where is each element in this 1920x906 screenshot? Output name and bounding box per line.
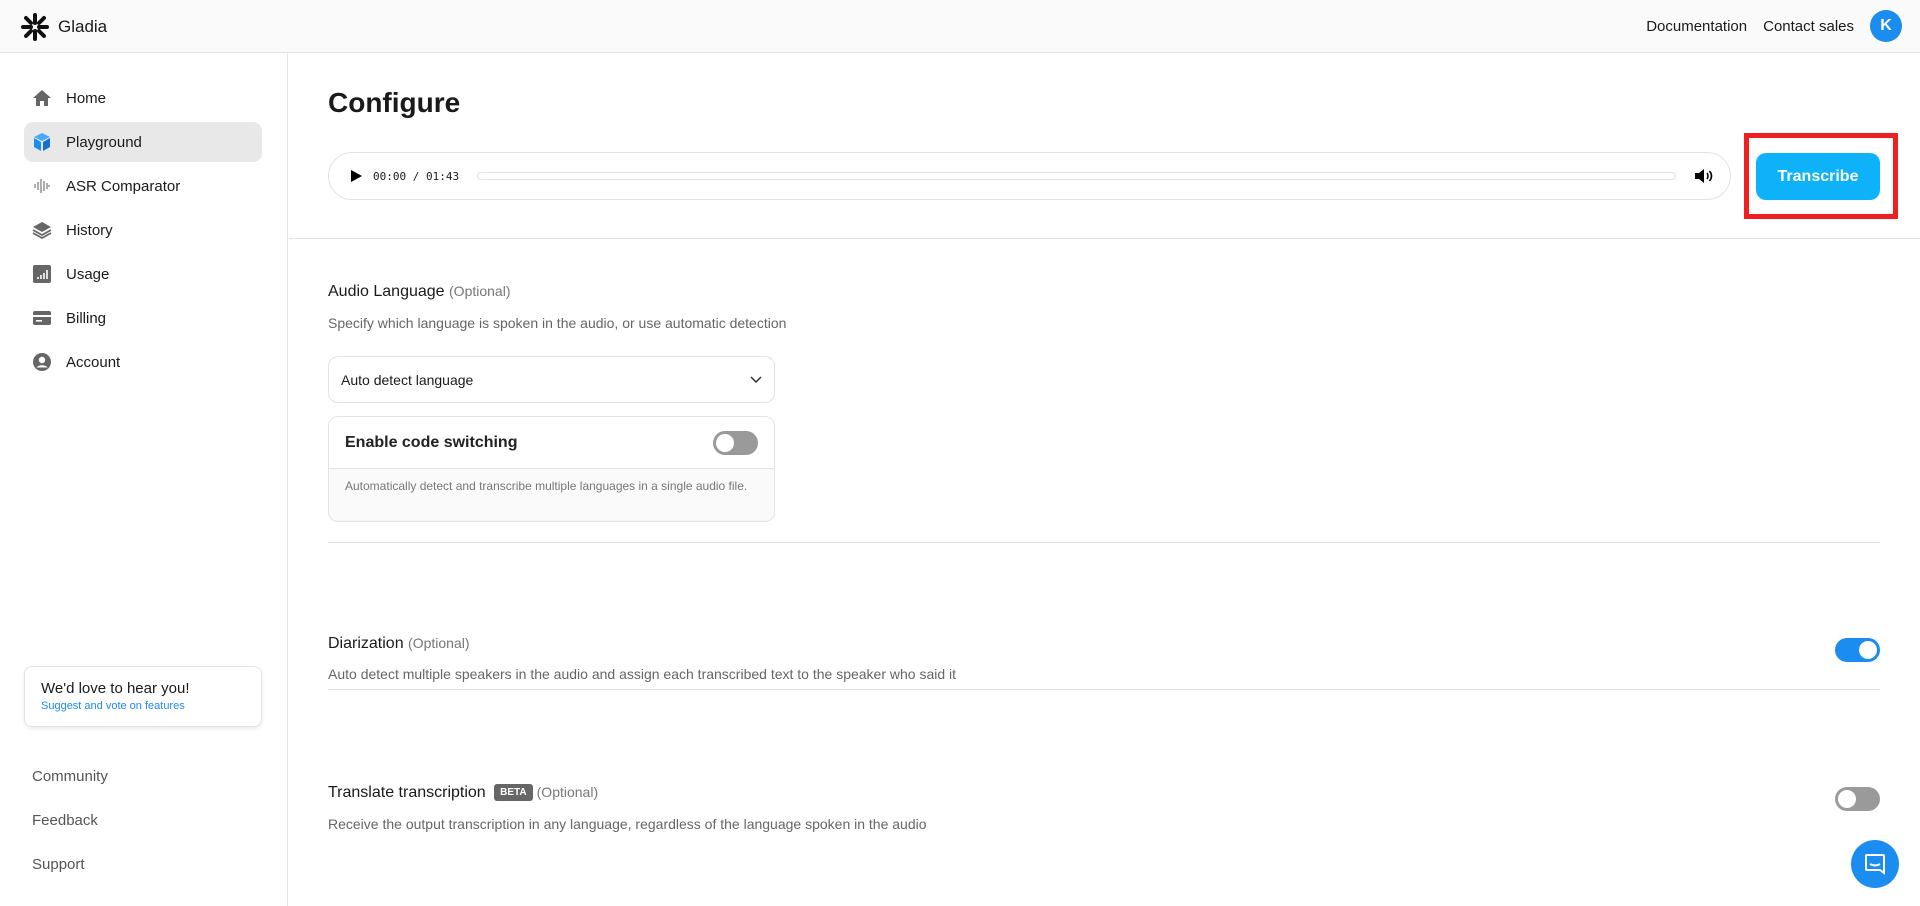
optional-label: (Optional)	[449, 283, 511, 299]
brand-logo[interactable]: Gladia	[20, 12, 107, 42]
waveform-icon	[34, 179, 50, 193]
contact-sales-link[interactable]: Contact sales	[1763, 18, 1854, 35]
sidebar-item-history[interactable]: History	[24, 210, 262, 250]
suggest-features-link[interactable]: Suggest and vote on features	[41, 700, 245, 712]
sidebar-item-label: Playground	[66, 133, 142, 151]
sidebar-item-account[interactable]: Account	[24, 342, 262, 382]
translate-title: Translate transcription	[328, 784, 486, 801]
language-select[interactable]: Auto detect language	[328, 356, 775, 403]
documentation-link[interactable]: Documentation	[1646, 18, 1747, 35]
main-content: Configure 00:00 / 01:43 Transcribe Audio…	[289, 53, 1920, 906]
language-select-value: Auto detect language	[341, 371, 474, 388]
sidebar-item-home[interactable]: Home	[24, 78, 262, 118]
duration: 01:43	[426, 169, 460, 183]
bar-chart-icon	[33, 265, 51, 283]
cube-icon	[34, 133, 50, 151]
volume-icon[interactable]	[1694, 168, 1714, 184]
optional-label: (Optional)	[536, 784, 599, 800]
sidebar: Home Playground ASR Comparator History U…	[0, 53, 288, 906]
audio-language-title: Audio Language	[328, 283, 445, 300]
highlight-box	[1744, 133, 1898, 219]
code-switching-description: Automatically detect and transcribe mult…	[345, 479, 748, 493]
community-link[interactable]: Community	[32, 768, 108, 785]
audio-language-description: Specify which language is spoken in the …	[328, 315, 787, 331]
user-circle-icon	[33, 353, 51, 371]
optional-label: (Optional)	[408, 635, 470, 651]
sidebar-item-label: Home	[66, 89, 107, 107]
chat-launcher-button[interactable]	[1851, 840, 1899, 888]
support-link[interactable]: Support	[32, 856, 85, 873]
sidebar-item-billing[interactable]: Billing	[24, 298, 262, 338]
sidebar-item-label: History	[66, 221, 113, 239]
current-time: 00:00	[373, 169, 407, 183]
divider	[289, 238, 1920, 239]
avatar[interactable]: K	[1870, 10, 1902, 42]
sidebar-item-label: Usage	[66, 265, 110, 283]
home-icon	[33, 90, 51, 106]
play-icon[interactable]	[349, 169, 363, 183]
sidebar-item-label: Billing	[66, 309, 107, 327]
audio-player: 00:00 / 01:43	[328, 152, 1731, 200]
page-title: Configure	[328, 87, 461, 118]
code-switching-panel: Enable code switching Automatically dete…	[328, 416, 775, 522]
divider	[328, 542, 1880, 543]
gladia-logo-icon	[21, 13, 49, 41]
sidebar-item-asr-comparator[interactable]: ASR Comparator	[24, 166, 262, 206]
divider	[328, 689, 1880, 690]
feedback-card-title: We'd love to hear you!	[41, 680, 190, 697]
translate-toggle[interactable]	[1835, 787, 1880, 811]
sidebar-item-playground[interactable]: Playground	[24, 122, 262, 162]
sidebar-item-label: ASR Comparator	[66, 177, 181, 195]
feedback-link[interactable]: Feedback	[32, 812, 98, 829]
diarization-toggle[interactable]	[1835, 638, 1880, 662]
translate-description: Receive the output transcription in any …	[328, 816, 927, 832]
chat-icon	[1865, 854, 1885, 875]
code-switching-title: Enable code switching	[345, 433, 518, 451]
top-header: Gladia Documentation Contact sales K	[0, 0, 1920, 53]
beta-badge: BETA	[494, 784, 533, 801]
diarization-title: Diarization	[328, 635, 404, 652]
credit-card-icon	[33, 311, 51, 325]
diarization-description: Auto detect multiple speakers in the aud…	[328, 666, 957, 682]
brand-name: Gladia	[58, 17, 108, 36]
chevron-down-icon	[750, 375, 762, 383]
time-separator: /	[412, 169, 420, 183]
sidebar-item-usage[interactable]: Usage	[24, 254, 262, 294]
layers-icon	[32, 222, 52, 240]
feedback-card[interactable]: We'd love to hear you! Suggest and vote …	[24, 666, 262, 727]
sidebar-item-label: Account	[66, 353, 121, 371]
seek-slider[interactable]	[477, 172, 1676, 180]
code-switching-toggle[interactable]	[713, 430, 758, 455]
